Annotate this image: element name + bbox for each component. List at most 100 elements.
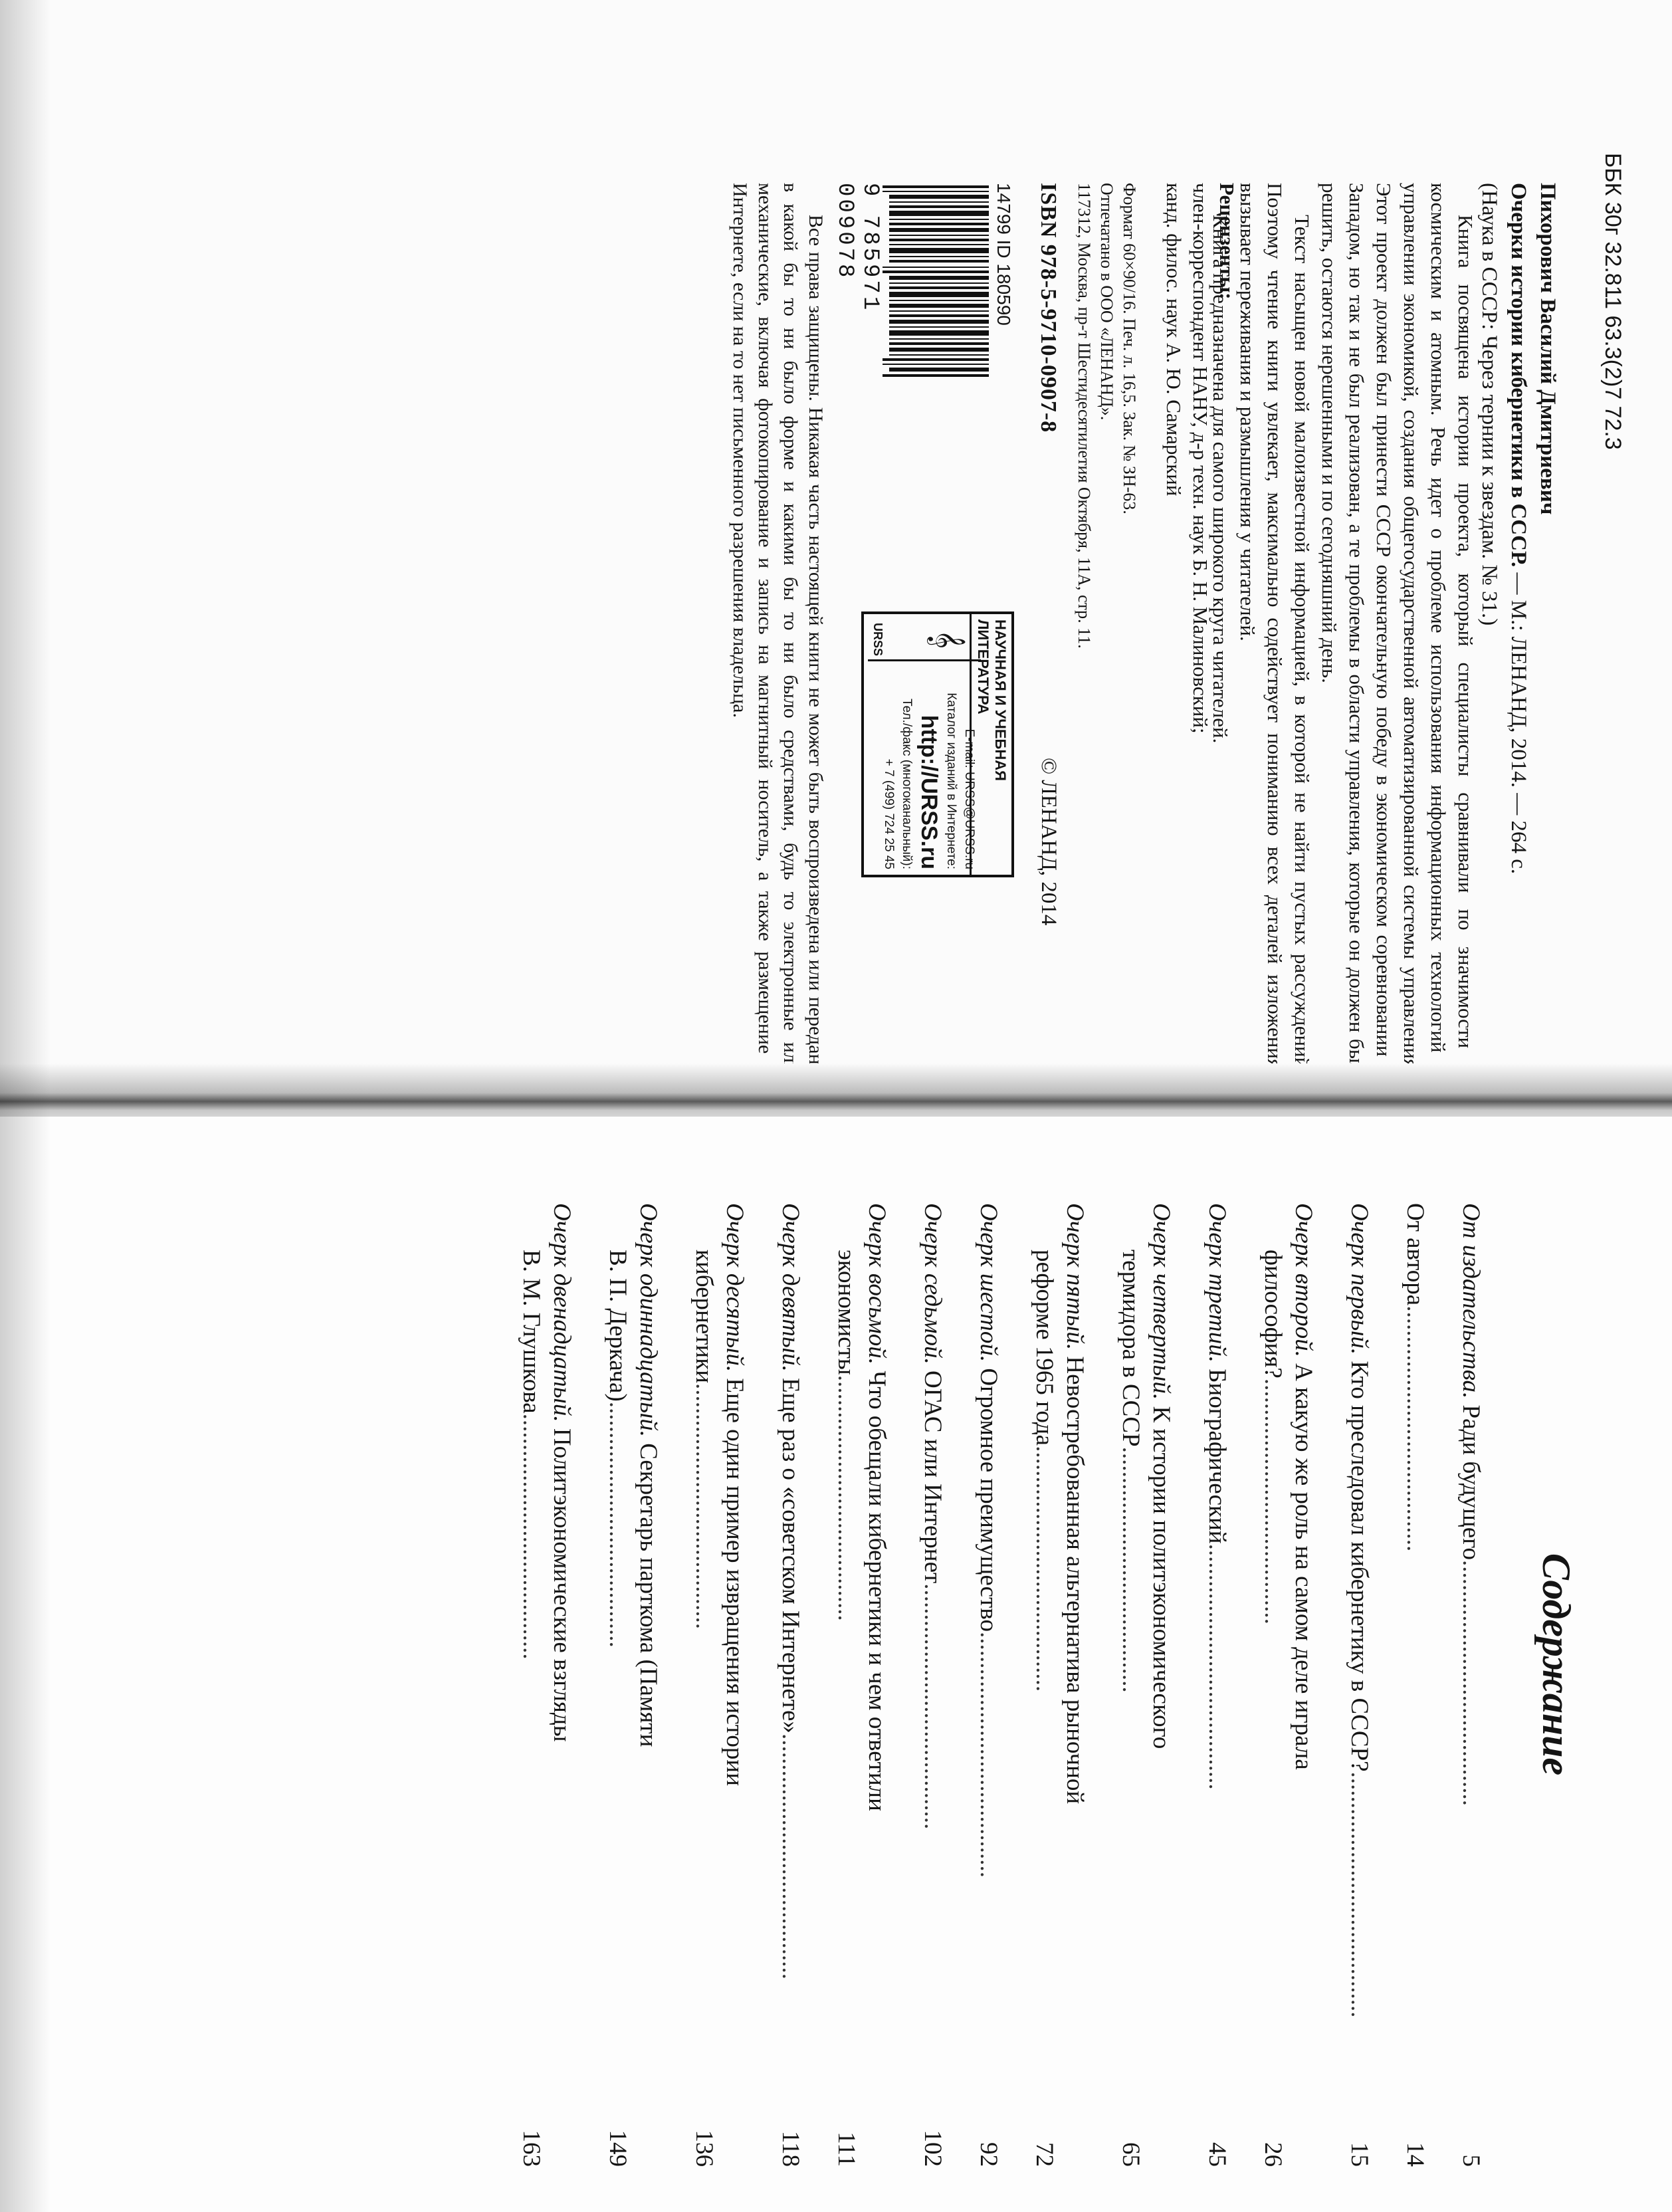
toc-entry-continuation: кибернетики ............................… [688,1203,719,2094]
publisher-url: http://URSS.ru [916,715,942,869]
toc-entry-lead: Очерк седьмой. [919,1203,946,1365]
reviewer-line: член-корреспондент НАНУ, д-р техн. наук … [1189,183,1212,734]
author-name: Пихорович Василий Дмитриевич [1536,183,1560,515]
barcode-id: 14799 ID 180590 [993,183,1014,326]
barcode-digits: 9 785971 009078 [832,183,883,313]
rights-text: Все права защищены. Никакая часть настоя… [729,183,827,1073]
toc-leader-dots: ........................................ [1457,1559,1485,1806]
toc-entry-text: Еще раз о «советском Интернете» [777,1371,804,1733]
toc-page-number: 92 [975,2142,1002,2167]
reviewers-heading: Рецензенты: [1215,183,1239,300]
toc-entry-lead: Очерк восьмой. [863,1203,890,1365]
toc-entry-text: Еще один пример извращения истории [721,1372,748,1787]
urss-brand: URSS [871,622,885,656]
toc-entry: Очерк девятый. Еще раз о «советском Инте… [775,1203,805,2167]
toc-entry-text: Секретарь парткома (Памяти [635,1437,662,1747]
toc-page-number: 26 [1259,2142,1287,2167]
contents-page: Содержание От издательства. Ради будущег… [0,1117,1672,2212]
toc-entry-lead: Очерк четвертый. [1148,1203,1175,1400]
toc-leader-dots: ........................................ [604,1401,631,1648]
toc-entry-continuation: реформе 1965 года ......................… [1029,1203,1059,2094]
toc-entry: Очерк четвертый. К истории политэкономич… [1115,1203,1176,2167]
toc-leader-dots: ........................................ [975,1631,1002,1878]
toc-entry: Очерк шестой. Огромное преимущество ....… [973,1203,1003,2167]
bibliographic-record: Пихорович Василий Дмитриевич Очерки исто… [1475,183,1562,1007]
annotation-paragraph: Книга посвящена истории проекта, который… [1318,183,1477,1073]
toc-leader-dots: ........................................ [690,1383,718,1630]
toc-leader-dots: ........................................ [1259,1378,1287,1624]
table-of-contents: От издательства. Ради будущего .........… [490,1203,1486,2167]
toc-entry-label: Очерк четвертый. К истории политэкономич… [1148,1203,1175,1749]
toc-leader-dots: ........................................ [518,1413,545,1660]
toc-entry: Очерк третий. Биографический ...........… [1202,1203,1232,2167]
imprint-page: ББК 30г 32.811 63.3(2)7 72.3 Пихорович В… [0,0,1672,1090]
address-line: 117312, Москва, пр-т Шестидесятилетия Ок… [1075,183,1094,649]
format-line: Формат 60×90/16. Печ. л. 16,5. Зак. № ЗН… [1120,183,1139,514]
toc-entry-lead: Очерк одиннадцатый. [635,1203,662,1437]
toc-entry-text: Огромное преимущество [975,1362,1002,1632]
contents-title: Содержание [1534,1553,1578,1776]
isbn: ISBN 978-5-9710-0907-8 [1036,183,1061,433]
toc-entry-continuation: термидора в СССР .......................… [1115,1203,1146,2094]
toc-page-number: 111 [833,2132,860,2167]
toc-entry-label: Очерк двенадцатый. Политэкономические вз… [548,1203,575,1742]
toc-entry-label: Очерк восьмой. Что обещали кибернетики и… [863,1203,890,1811]
toc-entry-label: Очерк второй. А какую же роль на самом д… [1290,1203,1317,1770]
toc-entry-lead: Очерк девятый. [777,1203,804,1372]
toc-page-number: 149 [604,2130,631,2167]
toc-entry-text: К истории политэкономического [1148,1400,1175,1749]
toc-entry-text: Политэкономические взгляды [548,1422,575,1742]
toc-entry-text: Что обещали кибернетики и чем ответили [863,1365,890,1811]
toc-page-number: 102 [919,2130,946,2167]
toc-leader-dots: ........................................ [919,1583,946,1830]
publisher-box: НАУЧНАЯ И УЧЕБНАЯ ЛИТЕРАТУРА 𝄞 URSS E-ma… [861,611,1014,877]
toc-entry-text: От автора [1402,1203,1429,1306]
barcode-block: 14799 ID 180590 9 785971 009078 [832,183,1014,395]
toc-page-number: 72 [1031,2142,1058,2167]
toc-entry-label: Очерк шестой. Огромное преимущество ....… [975,1203,1002,1878]
catalog-label: Каталог изданий в Интернете: [944,693,958,869]
toc-page-number: 15 [1346,2142,1373,2167]
treble-clef-icon: 𝄞 [929,629,964,649]
toc-entry-lead: Очерк пятый. [1061,1203,1089,1351]
toc-leader-dots: ........................................ [1031,1446,1058,1692]
toc-entry: От автора ..............................… [1400,1203,1430,2167]
toc-entry-lead: Очерк первый. [1346,1203,1373,1355]
toc-entry-label: От автора ..............................… [1402,1203,1429,1551]
toc-page-number: 65 [1117,2142,1144,2167]
toc-entry-text: ОГАС или Интернет [919,1364,946,1584]
printer-line: Отпечатано в ООО «ЛЕНАНД». [1097,183,1116,421]
toc-entry: Очерк восьмой. Что обещали кибернетики и… [831,1203,892,2167]
toc-entry-lead: Очерк десятый. [721,1203,748,1373]
toc-entry-continuation: экономисты .............................… [831,1203,861,2094]
copyright: © ЛЕНАНД, 2014 [1037,758,1061,926]
toc-entry-label: Очерк девятый. Еще раз о «советском Инте… [777,1203,804,1979]
toc-page-number: 45 [1203,2142,1231,2167]
toc-entry: Очерк одиннадцатый. Секретарь парткома (… [602,1203,663,2167]
toc-entry-continuation: В. М. Глушкова .........................… [516,1203,546,2094]
toc-entry-lead: Очерк двенадцатый. [548,1203,575,1422]
toc-entry-text: Биографический [1203,1362,1231,1544]
reviewers-block: Рецензенты: член-корреспондент НАНУ, д-р… [1160,183,1240,1073]
toc-leader-dots: ........................................ [1402,1305,1429,1552]
annotation-paragraph: Текст насыщен новой малоизвестной информ… [1236,183,1314,1073]
toc-entry-label: Очерк пятый. Невостребованная альтернати… [1061,1203,1089,1804]
phone-number: + 7 (499) 724 25 45 [882,758,896,869]
publisher-contacts: E-mail: URSS@URSS.ru Каталог изданий в И… [880,667,978,869]
toc-entry: Очерк седьмой. ОГАС или Интернет .......… [917,1203,948,2167]
toc-page-number: 5 [1457,2154,1485,2167]
toc-page-number: 118 [777,2130,804,2167]
book-title: Очерки истории кибернетики в СССР. [1507,183,1530,568]
phone-label: Тел./факс (многоканальный): [900,699,914,869]
book-spread: ББК 30г 32.811 63.3(2)7 72.3 Пихорович В… [0,0,1672,2212]
toc-page-number: 14 [1402,2142,1429,2167]
toc-entry-lead: Очерк третий. [1203,1203,1231,1363]
barcode-icon [883,185,989,377]
toc-entry-text: А какую же роль на самом деле играла [1290,1357,1317,1770]
toc-entry-continuation: В. П. Деркача) .........................… [602,1203,633,2094]
toc-entry-label: От издательства. Ради будущего .........… [1457,1203,1485,1806]
toc-entry-label: Очерк седьмой. ОГАС или Интернет .......… [919,1203,946,1829]
toc-entry-label: Очерк одиннадцатый. Секретарь парткома (… [635,1203,662,1747]
toc-entry-label: Очерк десятый. Еще один пример извращени… [721,1203,748,1786]
toc-entry-text: Кто преследовал кибернетику в СССР? [1346,1355,1373,1772]
